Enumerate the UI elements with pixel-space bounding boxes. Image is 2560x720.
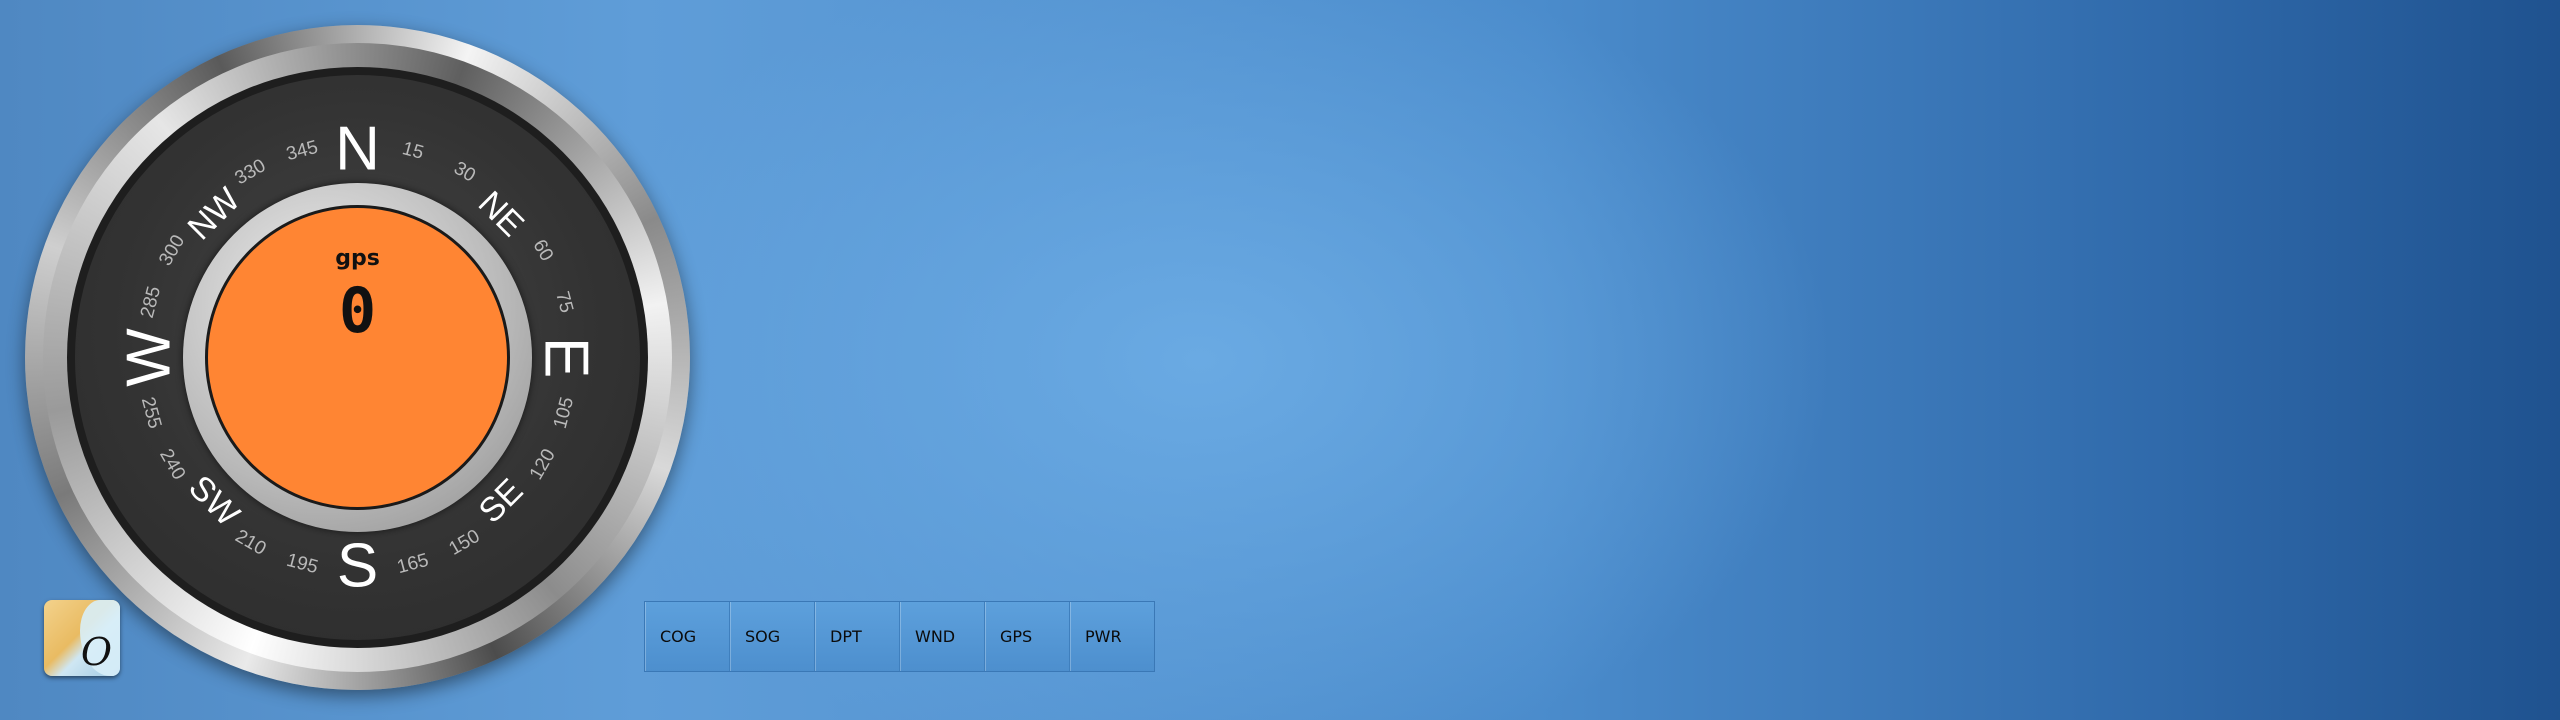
app-icon-glyph: O xyxy=(80,630,112,674)
sog-button[interactable]: SOG xyxy=(730,602,815,671)
degree-30: 30 xyxy=(450,158,479,187)
cardinal-e: E xyxy=(532,337,601,378)
cardinal-w: W xyxy=(115,328,184,387)
degree-150: 150 xyxy=(446,526,484,560)
degree-255: 255 xyxy=(137,395,165,431)
degree-330: 330 xyxy=(232,155,270,189)
cardinal-s: S xyxy=(337,532,378,601)
dpt-button[interactable]: DPT xyxy=(815,602,900,671)
degree-345: 345 xyxy=(284,137,320,165)
cog-button[interactable]: COG xyxy=(645,602,730,671)
degree-195: 195 xyxy=(284,550,320,578)
degree-285: 285 xyxy=(137,284,165,320)
degree-210: 210 xyxy=(232,526,270,560)
gps-readout-value: 0 xyxy=(338,274,377,347)
degree-15: 15 xyxy=(400,138,426,164)
pwr-button[interactable]: PWR xyxy=(1070,602,1154,671)
compass-gauge: N E S W NE SE SW NW 15 30 60 75 105 120 … xyxy=(25,25,690,690)
degree-75: 75 xyxy=(551,289,577,315)
degree-60: 60 xyxy=(528,236,557,265)
degree-105: 105 xyxy=(550,395,578,431)
gps-readout-bezel: gps 0 xyxy=(183,183,532,532)
degree-120: 120 xyxy=(526,446,560,484)
compass-dial: N E S W NE SE SW NW 15 30 60 75 105 120 … xyxy=(75,75,640,640)
instrument-toolbar: COG SOG DPT WND GPS PWR xyxy=(644,601,1155,672)
gps-button[interactable]: GPS xyxy=(985,602,1070,671)
app-launcher-icon[interactable]: O xyxy=(44,600,120,676)
wnd-button[interactable]: WND xyxy=(900,602,985,671)
degree-240: 240 xyxy=(155,446,189,484)
cardinal-n: N xyxy=(335,115,380,184)
gps-readout-label: gps xyxy=(335,246,380,271)
degree-300: 300 xyxy=(155,232,189,270)
gps-readout[interactable]: gps 0 xyxy=(205,205,510,510)
degree-165: 165 xyxy=(395,550,431,578)
